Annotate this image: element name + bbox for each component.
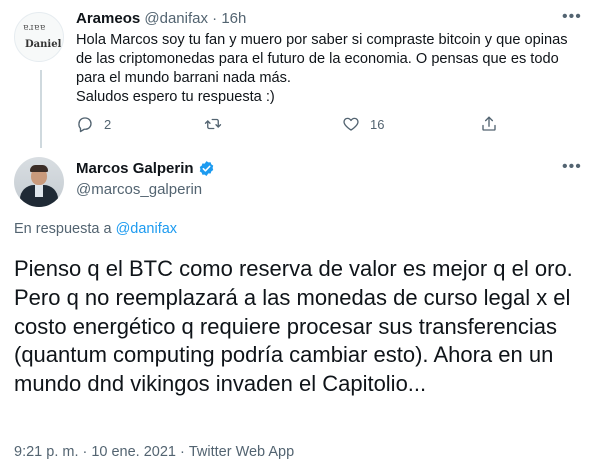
tweet-time[interactable]: 9:21 p. m. (14, 444, 78, 460)
main-tweet-text: Pienso q el BTC como reserva de valor es… (14, 256, 573, 397)
reply-tweet-body: Hola Marcos soy tu fan y muero por saber… (76, 32, 568, 105)
verified-badge-icon (199, 161, 213, 176)
reply-tweet-header: Arameos @danifax · 16h (76, 10, 246, 27)
tweet-source[interactable]: Twitter Web App (189, 444, 294, 460)
avatar-arameos[interactable]: ɐɹɐɐ Daniel (14, 12, 64, 62)
avatar-name-text: Daniel (25, 39, 62, 50)
in-reply-prefix: En respuesta a (14, 221, 112, 237)
avatar-marcos-galperin[interactable] (14, 157, 64, 207)
more-dots-icon[interactable]: ••• (562, 159, 582, 175)
reply-action[interactable]: 2 (76, 115, 111, 133)
main-display-name-row: Marcos Galperin (76, 160, 215, 177)
reply-timestamp[interactable]: 16h (221, 10, 246, 27)
main-handle[interactable]: @marcos_galperin (76, 181, 202, 198)
main-display-name[interactable]: Marcos Galperin (76, 160, 194, 177)
meta-separator: · (180, 444, 185, 460)
reply-tweet-text: Hola Marcos soy tu fan y muero por saber… (76, 31, 586, 107)
heart-icon (343, 117, 359, 131)
thread-connector-line (40, 70, 42, 148)
in-reply-handle-link[interactable]: @danifax (116, 221, 177, 237)
reply-dot-separator: · (212, 10, 218, 27)
reply-bubble-icon (78, 117, 92, 133)
share-action[interactable] (480, 115, 498, 133)
in-reply-to: En respuesta a @danifax (14, 221, 177, 237)
avatar-scribble: ɐɹɐɐ (23, 23, 46, 33)
share-icon (482, 116, 496, 131)
reply-count: 2 (104, 116, 112, 132)
more-dots-icon[interactable]: ••• (562, 9, 582, 25)
meta-separator: · (82, 444, 88, 460)
reply-handle[interactable]: @danifax (144, 10, 208, 27)
tweet-metadata: 9:21 p. m. · 10 ene. 2021 · Twitter Web App (14, 444, 294, 460)
like-count: 16 (370, 116, 385, 132)
reply-tweet-actions: 2 16 (76, 115, 506, 137)
like-action[interactable]: 16 (342, 115, 384, 133)
retweet-icon (204, 118, 222, 130)
tweet-date[interactable]: 10 ene. 2021 (91, 444, 176, 460)
avatar-figure-shirt (35, 185, 43, 197)
reply-display-name[interactable]: Arameos (76, 10, 140, 27)
avatar-figure-hair (30, 165, 48, 172)
retweet-action[interactable] (204, 115, 222, 133)
